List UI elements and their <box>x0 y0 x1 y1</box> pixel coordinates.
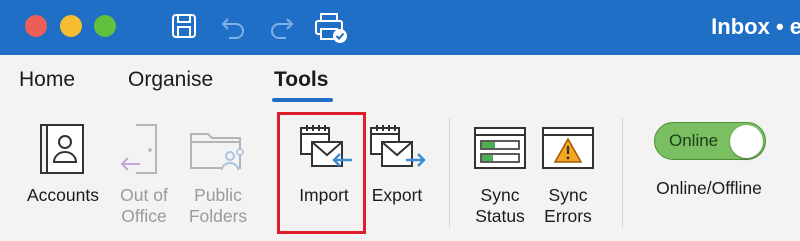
out-of-office-icon <box>120 124 157 174</box>
out-of-office-button[interactable]: Out of Office <box>110 110 178 234</box>
ribbon-separator <box>449 118 450 228</box>
window-title: Inbox • e <box>711 14 800 39</box>
redo-icon[interactable] <box>266 11 296 41</box>
tab-tools[interactable]: Tools <box>274 68 328 92</box>
sync-status-icon <box>474 127 526 169</box>
accounts-icon <box>40 124 84 174</box>
out-of-office-label: Out of Office <box>120 185 168 226</box>
public-folders-icon <box>190 133 244 171</box>
ribbon-tabs: Home Organise Tools <box>0 55 800 110</box>
title-bar: Inbox • e <box>0 0 800 55</box>
undo-icon[interactable] <box>219 11 249 41</box>
active-tab-indicator <box>272 98 333 102</box>
minimize-window-button[interactable] <box>60 15 82 37</box>
tab-home[interactable]: Home <box>19 68 75 92</box>
print-sync-icon[interactable] <box>313 11 349 45</box>
toggle-knob <box>730 124 763 158</box>
import-highlight-box <box>277 112 366 234</box>
export-icon <box>370 125 426 167</box>
sync-errors-label: Sync Errors <box>544 185 592 226</box>
export-label: Export <box>371 185 423 205</box>
sync-status-button[interactable]: Sync Status <box>468 110 532 234</box>
sync-errors-button[interactable]: Sync Errors <box>536 110 600 234</box>
accounts-label: Accounts <box>27 185 99 205</box>
zoom-window-button[interactable] <box>94 15 116 37</box>
sync-errors-icon <box>542 127 594 169</box>
export-button[interactable]: Export <box>364 110 430 234</box>
online-offline-label: Online/Offline <box>656 178 762 198</box>
ribbon-separator <box>622 118 623 228</box>
sync-status-label: Sync Status <box>475 185 525 226</box>
online-offline-toggle[interactable]: Online <box>654 122 766 160</box>
close-window-button[interactable] <box>25 15 47 37</box>
save-icon[interactable] <box>170 11 198 41</box>
tab-organise[interactable]: Organise <box>128 68 213 92</box>
tools-ribbon: Accounts Out of Office Public Folders Im… <box>0 110 800 241</box>
public-folders-button[interactable]: Public Folders <box>182 110 254 234</box>
public-folders-label: Public Folders <box>188 185 248 226</box>
online-toggle-state: Online <box>669 131 719 150</box>
accounts-button[interactable]: Accounts <box>18 110 108 234</box>
